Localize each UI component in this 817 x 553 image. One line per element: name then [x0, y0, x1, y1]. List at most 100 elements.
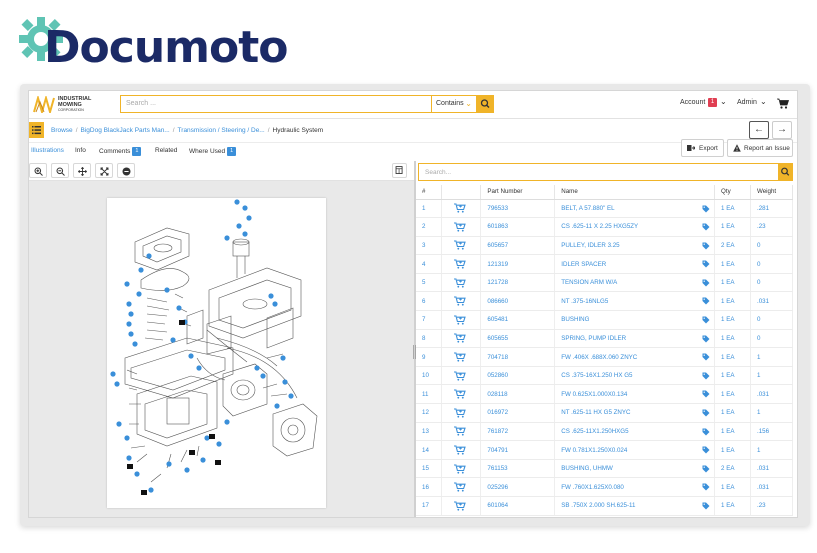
- callout-marker[interactable]: [170, 337, 176, 343]
- callout-marker[interactable]: [216, 441, 222, 447]
- search-mode-select[interactable]: Contains ⌄: [431, 95, 477, 113]
- add-to-cart-cell[interactable]: [441, 217, 482, 237]
- part-name-link[interactable]: TENSION ARM W/A: [554, 273, 716, 293]
- tab-related[interactable]: Related: [155, 147, 177, 154]
- add-to-cart-cell[interactable]: [441, 496, 482, 516]
- table-row[interactable]: 15 761153 BUSHING, UHMW 2 EA .031: [416, 459, 793, 479]
- tag-icon[interactable]: [702, 502, 710, 510]
- table-row[interactable]: 10 052860 CS .375-16X1.250 HX G5 1 EA 1: [416, 366, 793, 386]
- add-to-cart-icon[interactable]: [454, 482, 467, 492]
- tab-info[interactable]: Info: [75, 147, 86, 154]
- add-to-cart-icon[interactable]: [454, 371, 467, 381]
- parts-search-button[interactable]: [778, 163, 793, 181]
- callout-marker[interactable]: [242, 231, 248, 237]
- company-logo[interactable]: INDUSTRIAL MOWING CORPORATION: [33, 96, 113, 114]
- col-header-qty[interactable]: Qty: [714, 185, 751, 200]
- add-to-cart-icon[interactable]: [454, 222, 467, 232]
- add-to-cart-cell[interactable]: [441, 366, 482, 386]
- part-name-link[interactable]: FW .760X1.625X0.080: [554, 477, 716, 497]
- callout-marker[interactable]: [128, 311, 134, 317]
- table-row[interactable]: 5 121728 TENSION ARM W/A 1 EA 0: [416, 273, 793, 293]
- tag-icon[interactable]: [702, 428, 710, 436]
- part-name-link[interactable]: CS .625-11X1.250HXG5: [554, 422, 716, 442]
- table-row[interactable]: 4 121319 IDLER SPACER 1 EA 0: [416, 254, 793, 274]
- add-to-cart-icon[interactable]: [454, 408, 467, 418]
- illustration-viewer[interactable]: [29, 181, 414, 517]
- callout-marker[interactable]: [134, 471, 140, 477]
- add-to-cart-icon[interactable]: [454, 278, 467, 288]
- table-row[interactable]: 2 601863 CS .625-11 X 2.25 HXG5ZY 1 EA .…: [416, 217, 793, 237]
- callout-marker[interactable]: [126, 321, 132, 327]
- add-to-cart-icon[interactable]: [454, 259, 467, 269]
- pan-button[interactable]: [73, 163, 91, 178]
- part-number-link[interactable]: 605657: [480, 236, 556, 256]
- callout-marker[interactable]: [166, 461, 172, 467]
- part-name-link[interactable]: BUSHING, UHMW: [554, 459, 716, 479]
- part-name-link[interactable]: CS .375-16X1.250 HX G5: [554, 366, 716, 386]
- tag-icon[interactable]: [702, 353, 710, 361]
- add-to-cart-cell[interactable]: [441, 403, 482, 423]
- part-name-link[interactable]: BELT, A 57.880" EL: [554, 199, 716, 219]
- part-number-link[interactable]: 601064: [480, 496, 556, 516]
- admin-menu-label[interactable]: Admin: [737, 99, 757, 106]
- fit-to-screen-button[interactable]: [95, 163, 113, 178]
- table-row[interactable]: 16 025296 FW .760X1.625X0.080 1 EA .031: [416, 477, 793, 497]
- toggle-panel-button[interactable]: [392, 163, 407, 178]
- tab-where-used[interactable]: Where Used 1: [189, 147, 237, 156]
- tag-icon[interactable]: [702, 335, 710, 343]
- add-to-cart-icon[interactable]: [454, 315, 467, 325]
- add-to-cart-cell[interactable]: [441, 384, 482, 405]
- add-to-cart-icon[interactable]: [454, 296, 467, 306]
- part-name-link[interactable]: FW 0.781X1.250X0.024: [554, 440, 716, 460]
- zoom-out-button[interactable]: [51, 163, 69, 178]
- add-to-cart-cell[interactable]: [441, 477, 482, 497]
- part-name-link[interactable]: NT .375-16NLG5: [554, 291, 716, 312]
- callout-marker[interactable]: [128, 331, 134, 337]
- tag-icon[interactable]: [702, 372, 710, 380]
- callout-marker[interactable]: [272, 301, 278, 307]
- col-header-part-number[interactable]: Part Number: [480, 185, 556, 200]
- part-number-link[interactable]: 121728: [480, 273, 556, 293]
- account-chevron-down-icon[interactable]: ⌄: [720, 97, 727, 106]
- callout-marker[interactable]: [114, 381, 120, 387]
- part-name-link[interactable]: IDLER SPACER: [554, 254, 716, 274]
- callout-marker[interactable]: [274, 403, 280, 409]
- callout-marker[interactable]: [126, 301, 132, 307]
- callout-marker[interactable]: [124, 281, 130, 287]
- exploded-parts-illustration[interactable]: [107, 198, 326, 508]
- callout-marker[interactable]: [282, 379, 288, 385]
- table-row[interactable]: 1 796533 BELT, A 57.880" EL 1 EA .281: [416, 199, 793, 219]
- callout-marker[interactable]: [176, 305, 182, 311]
- part-name-link[interactable]: SPRING, PUMP IDLER: [554, 329, 716, 349]
- table-row[interactable]: 6 086660 NT .375-16NLG5 1 EA .031: [416, 291, 793, 312]
- callout-marker[interactable]: [116, 421, 122, 427]
- add-to-cart-icon[interactable]: [454, 501, 467, 511]
- callout-marker[interactable]: [242, 205, 248, 211]
- part-number-link[interactable]: 028118: [480, 384, 556, 405]
- add-to-cart-cell[interactable]: [441, 310, 482, 330]
- breadcrumb-browse[interactable]: Browse: [51, 127, 73, 134]
- add-to-cart-icon[interactable]: [454, 352, 467, 362]
- part-number-link[interactable]: 605481: [480, 310, 556, 330]
- tag-icon[interactable]: [702, 260, 710, 268]
- part-name-link[interactable]: FW 0.625X1.000X0.134: [554, 384, 716, 405]
- admin-chevron-down-icon[interactable]: ⌄: [760, 97, 767, 106]
- table-row[interactable]: 9 704718 FW .406X .688X.060 ZNYC 1 EA 1: [416, 347, 793, 367]
- tag-icon[interactable]: [702, 297, 710, 305]
- table-row[interactable]: 8 605655 SPRING, PUMP IDLER 1 EA 0: [416, 329, 793, 349]
- forward-button[interactable]: →: [772, 121, 792, 139]
- report-issue-button[interactable]: Report an Issue: [727, 139, 793, 157]
- callout-marker[interactable]: [246, 215, 252, 221]
- tag-icon[interactable]: [702, 242, 710, 250]
- breadcrumb-transmission[interactable]: Transmission / Steering / De...: [178, 127, 265, 134]
- callout-marker[interactable]: [268, 293, 274, 299]
- add-to-cart-cell[interactable]: [441, 254, 482, 274]
- tag-icon[interactable]: [702, 205, 710, 213]
- callout-marker[interactable]: [288, 393, 294, 399]
- tab-illustrations[interactable]: Illustrations: [31, 147, 64, 154]
- callout-marker[interactable]: [136, 291, 142, 297]
- parts-search-input[interactable]: Search...: [418, 163, 780, 181]
- add-to-cart-cell[interactable]: [441, 273, 482, 293]
- zoom-in-button[interactable]: [29, 163, 47, 178]
- export-button[interactable]: Export: [681, 139, 724, 157]
